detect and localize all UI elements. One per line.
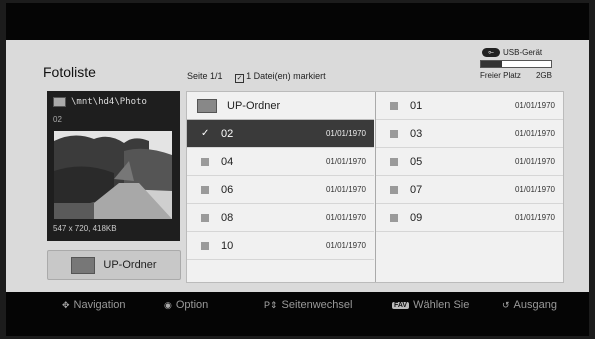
hint-page-change-label: Seitenwechsel xyxy=(281,299,353,311)
file-date: 01/01/1970 xyxy=(514,185,555,194)
dpad-icon: ✥ xyxy=(62,299,70,310)
hint-select: FAV Wählen Sie xyxy=(392,299,469,311)
file-name: 03 xyxy=(410,127,423,140)
checkbox-icon xyxy=(390,157,398,166)
list-item[interactable]: 01 01/01/1970 xyxy=(376,92,563,120)
fav-button-icon: FAV xyxy=(392,301,410,309)
preview-thumbnail xyxy=(54,131,172,219)
back-icon: ↺ xyxy=(502,299,510,310)
list-up-folder-label: UP-Ordner xyxy=(227,99,281,112)
storage-bar-fill xyxy=(481,61,502,67)
file-name: 06 xyxy=(221,183,234,196)
file-name: 05 xyxy=(410,155,423,168)
folder-path: \mnt\hd4\Photo xyxy=(71,97,147,107)
list-item[interactable]: 08 01/01/1970 xyxy=(187,204,374,232)
file-name: 07 xyxy=(410,183,423,196)
hint-navigation-label: Navigation xyxy=(73,299,126,311)
folder-icon xyxy=(53,97,66,107)
checkmark-icon: ✓ xyxy=(201,127,210,139)
checkbox-icon xyxy=(201,157,209,166)
file-date: 01/01/1970 xyxy=(514,157,555,166)
list-up-folder[interactable]: UP-Ordner xyxy=(187,92,374,120)
file-name: 08 xyxy=(221,211,234,224)
image-resolution: 547 x 720, 418KB xyxy=(53,224,117,233)
file-date: 01/01/1970 xyxy=(325,213,366,222)
checkbox-icon xyxy=(201,241,209,250)
file-name: 04 xyxy=(221,155,234,168)
file-list-right-column: 01 01/01/1970 03 01/01/1970 05 01/01/197… xyxy=(375,92,563,282)
folder-up-icon xyxy=(197,98,217,113)
checkbox-icon xyxy=(390,213,398,222)
hint-option-label: Option xyxy=(175,299,209,311)
footer-hints: ✥ Navigation ◉ Option P⇕ Seitenwechsel F… xyxy=(6,292,589,318)
file-date: 01/01/1970 xyxy=(325,241,366,250)
page-label: Seite xyxy=(187,71,208,81)
hint-select-label: Wählen Sie xyxy=(413,299,470,311)
file-list: UP-Ordner ✓ 02 01/01/1970 04 01/01/1970 … xyxy=(186,91,564,283)
usb-storage-info: ⟜ USB-Gerät Freier Platz 2GB xyxy=(480,48,552,80)
free-space-value: 2GB xyxy=(535,71,552,80)
photo-preview: \mnt\hd4\Photo 02 547 x 720, 418KB xyxy=(47,91,180,241)
file-date: 01/01/1970 xyxy=(514,129,555,138)
file-name: 01 xyxy=(410,99,423,112)
list-item[interactable]: ✓ 02 01/01/1970 xyxy=(187,120,374,148)
list-item[interactable]: 09 01/01/1970 xyxy=(376,204,563,232)
file-name: 10 xyxy=(221,239,234,252)
checkbox-icon xyxy=(201,213,209,222)
file-date: 01/01/1970 xyxy=(514,213,555,222)
preview-filename: 02 xyxy=(53,115,62,124)
storage-bar xyxy=(480,60,552,68)
hint-option: ◉ Option xyxy=(164,299,208,311)
page-info: Seite 1/1 ✓ 1 Datei(en) markiert xyxy=(187,71,326,83)
up-folder-button[interactable]: UP-Ordner xyxy=(47,250,181,280)
list-item[interactable]: 06 01/01/1970 xyxy=(187,176,374,204)
file-date: 01/01/1970 xyxy=(325,185,366,194)
checkbox-icon xyxy=(201,185,209,194)
free-space-label: Freier Platz xyxy=(480,71,521,80)
checkbox-icon xyxy=(390,185,398,194)
hint-navigation: ✥ Navigation xyxy=(62,299,126,311)
list-item[interactable]: 10 01/01/1970 xyxy=(187,232,374,260)
page-title: Fotoliste xyxy=(43,64,96,80)
up-folder-label: UP-Ordner xyxy=(103,259,157,271)
list-item[interactable]: 07 01/01/1970 xyxy=(376,176,563,204)
checkbox-icon xyxy=(390,101,398,110)
usb-label: USB-Gerät xyxy=(503,48,543,57)
marked-count: 1 Datei(en) markiert xyxy=(246,71,326,81)
list-item[interactable]: 03 01/01/1970 xyxy=(376,120,563,148)
marked-checkbox-icon: ✓ xyxy=(235,74,245,83)
usb-icon: ⟜ xyxy=(482,48,500,57)
ok-button-icon: ◉ xyxy=(164,299,172,310)
file-list-left-column: UP-Ordner ✓ 02 01/01/1970 04 01/01/1970 … xyxy=(187,92,374,260)
list-item[interactable]: 04 01/01/1970 xyxy=(187,148,374,176)
hint-page-change: P⇕ Seitenwechsel xyxy=(264,299,352,311)
file-name: 02 xyxy=(221,127,234,140)
hint-exit-label: Ausgang xyxy=(513,299,557,311)
page-value: 1/1 xyxy=(210,71,223,81)
file-date: 01/01/1970 xyxy=(325,129,366,138)
file-date: 01/01/1970 xyxy=(325,157,366,166)
file-name: 09 xyxy=(410,211,423,224)
page-button-icon: P⇕ xyxy=(264,299,278,310)
checkbox-icon xyxy=(390,129,398,138)
list-item[interactable]: 05 01/01/1970 xyxy=(376,148,563,176)
hint-exit: ↺ Ausgang xyxy=(502,299,557,311)
file-date: 01/01/1970 xyxy=(514,101,555,110)
folder-up-icon xyxy=(71,256,96,274)
